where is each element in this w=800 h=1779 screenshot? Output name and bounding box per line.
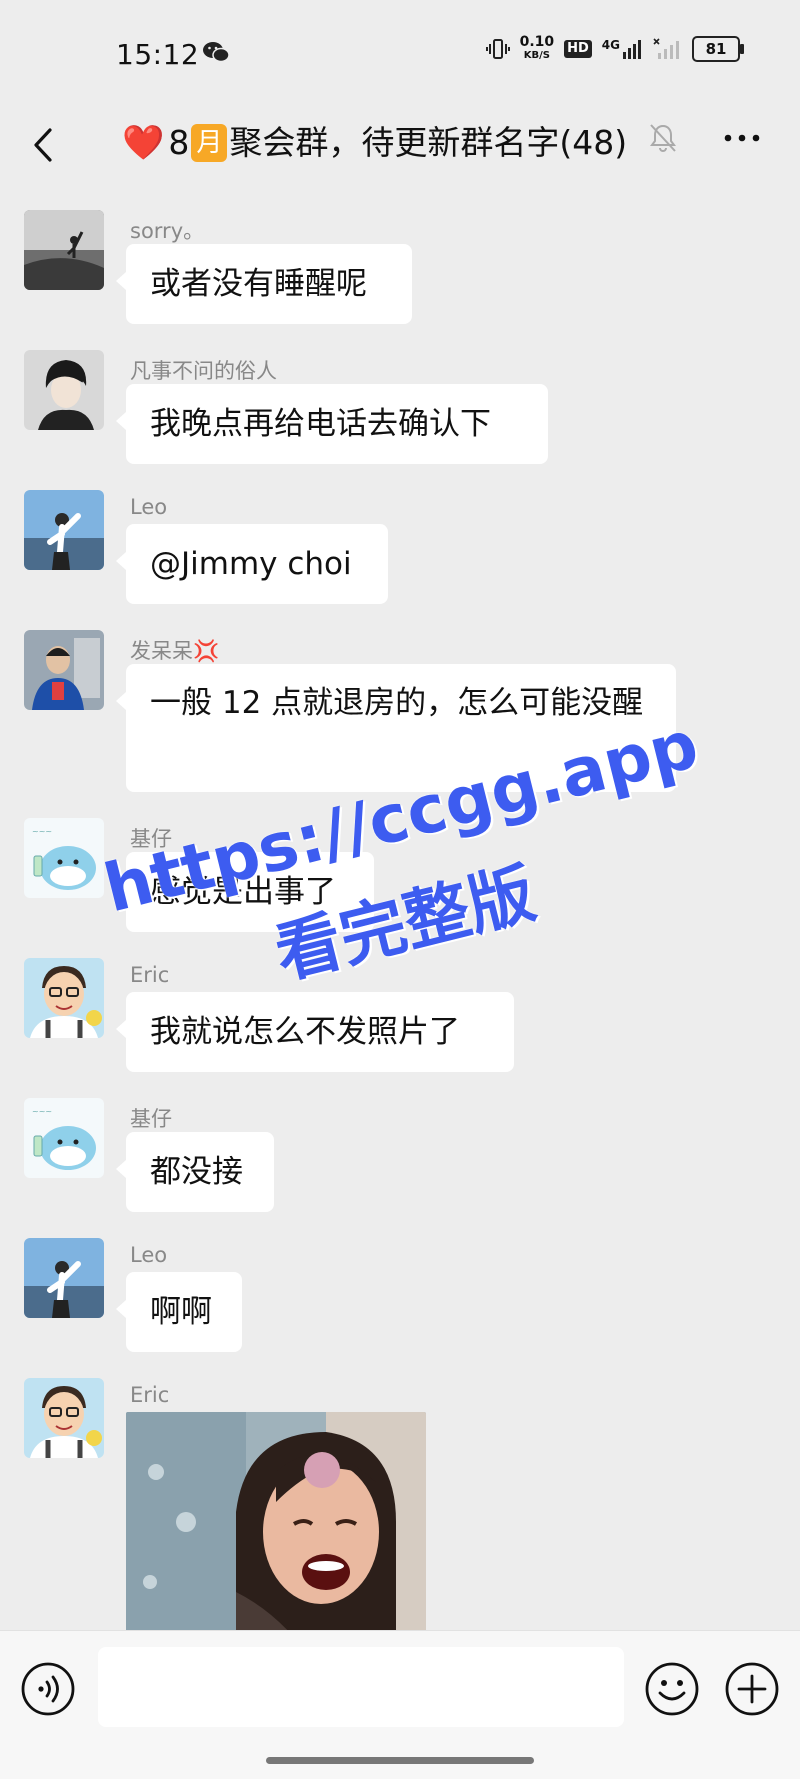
emoji-button[interactable] (644, 1661, 700, 1717)
speed-unit: KB/S (523, 50, 550, 61)
sender-name: Leo (130, 495, 168, 519)
sender-name: sorry。 (130, 219, 205, 243)
mute-bell-icon (650, 124, 676, 153)
svg-text:~~~: ~~~ (32, 1107, 52, 1116)
title-text: 聚会群，待更新群名字(48) (229, 123, 628, 162)
avatar[interactable]: ~~~ (24, 1098, 104, 1178)
message-input[interactable] (98, 1647, 624, 1727)
status-time: 15:12 (116, 38, 200, 71)
voice-input-button[interactable] (20, 1661, 76, 1717)
title-number: 8 (168, 123, 190, 162)
avatar[interactable] (24, 1378, 104, 1458)
photo-message[interactable] (126, 1412, 426, 1630)
add-attachment-button[interactable] (724, 1661, 780, 1717)
battery-icon: 81 (692, 36, 744, 62)
heart-emoji: ❤️ (122, 123, 165, 163)
avatar[interactable] (24, 958, 104, 1038)
svg-text:~~~: ~~~ (32, 827, 52, 836)
message-bubble[interactable]: 啊啊 (116, 1272, 242, 1352)
message-bubble[interactable]: 一般 12 点就退房的，怎么可能没醒 (116, 664, 676, 792)
message-bubble[interactable]: 我就说怎么不发照片了 (116, 992, 514, 1072)
sender-name: 凡事不问的俗人 (130, 359, 277, 383)
avatar[interactable] (24, 630, 104, 710)
vibrate-icon (485, 39, 510, 59)
chat-header: ❤️ 8 月 聚会群，待更新群名字(48) (0, 100, 800, 190)
sender-name: Eric (130, 1383, 170, 1407)
network-label: 4G (601, 38, 620, 52)
status-icons: 0.10 KB/S HD 4G 81 (485, 34, 744, 62)
wechat-icon (203, 42, 230, 63)
input-bar (0, 1630, 800, 1779)
sender-name: Eric (130, 963, 170, 987)
avatar[interactable] (24, 210, 104, 290)
network-speed: 0.10 KB/S (519, 34, 555, 62)
sender-name: 基仔 (130, 1107, 172, 1131)
sender-name: 基仔 (130, 827, 172, 851)
home-indicator[interactable] (266, 1757, 534, 1764)
message-bubble[interactable]: 都没接 (116, 1132, 274, 1212)
hd-icon: HD (564, 40, 592, 58)
month-emoji: 月 (191, 124, 228, 162)
chat-title[interactable]: ❤️ 8 月 聚会群，待更新群名字(48) (122, 118, 627, 168)
signal-4g-icon: 4G (602, 38, 642, 60)
avatar[interactable]: ~~~ (24, 818, 104, 898)
sender-name: Leo (130, 1243, 168, 1267)
message-bubble[interactable]: 或者没有睡醒呢 (116, 244, 412, 324)
speed-value: 0.10 (519, 34, 555, 50)
avatar[interactable] (24, 490, 104, 570)
avatar[interactable] (24, 1238, 104, 1318)
back-button[interactable] (24, 120, 64, 170)
status-bar: 15:12 0.10 KB/S HD 4G 81 (0, 0, 800, 100)
more-options-button[interactable] (722, 124, 762, 152)
avatar[interactable] (24, 350, 104, 430)
message-bubble[interactable]: @Jimmy choi (116, 524, 388, 604)
signal-weak-icon (653, 38, 679, 59)
sender-name: 发呆呆💢 (130, 639, 220, 663)
message-list[interactable]: sorry。 或者没有睡醒呢 凡事不问的俗人 我晚点再给电话去确认下 Leo @… (0, 190, 800, 1630)
message-bubble[interactable]: 感觉是出事了 (116, 852, 374, 932)
message-bubble[interactable]: 我晚点再给电话去确认下 (116, 384, 548, 464)
